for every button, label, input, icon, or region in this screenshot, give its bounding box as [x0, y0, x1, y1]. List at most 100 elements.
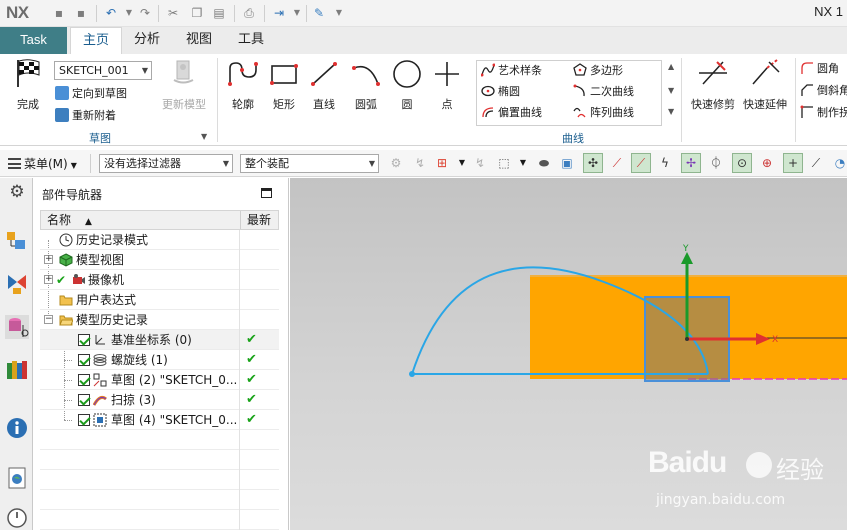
- paste-icon[interactable]: ▤: [212, 6, 226, 20]
- column-latest-header[interactable]: 最新: [247, 211, 271, 229]
- list-item[interactable]: 历史记录模式: [40, 230, 279, 250]
- history-icon[interactable]: [5, 504, 29, 528]
- end-point-icon[interactable]: ⟋: [607, 153, 627, 173]
- table-row[interactable]: 基准坐标系 (0) ✔: [40, 330, 279, 350]
- make-corner-button[interactable]: 制作拐: [800, 104, 847, 122]
- polygon-button[interactable]: 多边形: [573, 62, 623, 80]
- info-icon[interactable]: [5, 416, 29, 440]
- selection-scope-combo[interactable]: 整个装配 ▼: [240, 154, 379, 173]
- pattern-curve-icon: [573, 107, 586, 118]
- rectangle-button[interactable]: 矩形: [264, 58, 304, 112]
- finish-sketch-button[interactable]: 完成: [6, 58, 50, 112]
- table-row[interactable]: 螺旋线 (1) ✔: [40, 350, 279, 370]
- feature-checkbox[interactable]: [78, 354, 90, 366]
- save-all-icon[interactable]: ▪: [74, 6, 88, 20]
- filter-dropdown-icon[interactable]: ▼: [452, 153, 472, 173]
- pattern-curve-button[interactable]: 阵列曲线: [573, 104, 634, 122]
- update-model-button[interactable]: 更新模型: [160, 58, 208, 112]
- type-filter-combo[interactable]: 没有选择过滤器 ▼: [99, 154, 233, 173]
- part-navigator-icon[interactable]: [5, 315, 29, 339]
- reattach-button[interactable]: 重新附着: [55, 107, 116, 125]
- tangent-point-icon[interactable]: ⊕: [757, 153, 777, 173]
- column-name-header[interactable]: 名称 ▲: [47, 211, 92, 229]
- web-browser-icon[interactable]: [5, 466, 29, 490]
- snap-points-icon[interactable]: ✣: [583, 153, 603, 173]
- select-feature-icon[interactable]: ↯: [470, 153, 490, 173]
- touch-mode-icon[interactable]: ✎: [312, 6, 326, 20]
- tab-task[interactable]: Task: [0, 27, 67, 54]
- rectangle-select-dropdown-icon[interactable]: ▼: [513, 153, 533, 173]
- point-on-face-icon[interactable]: ◔: [830, 153, 847, 173]
- list-item[interactable]: + 模型视图: [40, 250, 279, 270]
- intersection-icon[interactable]: ✢: [681, 153, 701, 173]
- fillet-button[interactable]: 圆角: [800, 60, 839, 78]
- repeat-dropdown-icon[interactable]: ▼: [290, 6, 304, 20]
- gallery-expand-icon[interactable]: ▼: [668, 107, 674, 116]
- assembly-navigator-icon[interactable]: [5, 228, 29, 252]
- save-icon[interactable]: ▪: [52, 6, 66, 20]
- studio-spline-button[interactable]: 艺术样条: [481, 62, 542, 80]
- chamfer-button[interactable]: 倒斜角: [800, 82, 847, 100]
- list-item[interactable]: − 模型历史记录: [40, 310, 279, 330]
- undo-icon[interactable]: ↶: [104, 6, 118, 20]
- orient-to-sketch-button[interactable]: 定向到草图: [55, 85, 127, 103]
- profile-button[interactable]: 轮廓: [224, 58, 262, 112]
- line-button[interactable]: 直线: [304, 58, 344, 112]
- cut-icon[interactable]: ✂: [166, 6, 180, 20]
- customize-qat-icon[interactable]: ▼: [332, 6, 346, 20]
- print-icon[interactable]: ⎙: [242, 6, 256, 20]
- circle-button[interactable]: 圆: [388, 58, 426, 112]
- expand-icon[interactable]: +: [44, 255, 53, 264]
- list-item[interactable]: 用户表达式: [40, 290, 279, 310]
- feature-checkbox[interactable]: [78, 374, 90, 386]
- tab-tools[interactable]: 工具: [228, 27, 274, 54]
- table-row[interactable]: 扫掠 (3) ✔: [40, 390, 279, 410]
- maximize-icon[interactable]: [261, 188, 272, 198]
- filter-toggle-icon[interactable]: ⊞: [432, 153, 452, 173]
- arc-center-icon[interactable]: ⊙: [732, 153, 752, 173]
- tab-analysis[interactable]: 分析: [124, 27, 170, 54]
- collapse-icon[interactable]: −: [44, 315, 53, 324]
- redo-icon[interactable]: ↷: [138, 6, 152, 20]
- general-selection-icon[interactable]: ⚙: [386, 153, 406, 173]
- reattach-label: 重新附着: [72, 109, 116, 122]
- list-item[interactable]: + ✔ 摄像机: [40, 270, 279, 290]
- table-row[interactable]: 草图 (2) "SKETCH_0... ✔: [40, 370, 279, 390]
- sketch-name-combo[interactable]: SKETCH_001 ▼: [54, 61, 152, 80]
- quick-trim-button[interactable]: 快速修剪: [688, 58, 738, 112]
- mid-point-icon[interactable]: ⟋: [631, 153, 651, 173]
- copy-icon[interactable]: ❐: [190, 6, 204, 20]
- gallery-scroll-down-icon[interactable]: ▼: [668, 86, 674, 95]
- existing-point-icon[interactable]: +: [783, 153, 803, 173]
- quick-extend-button[interactable]: 快速延伸: [740, 58, 790, 112]
- arc-button[interactable]: 圆弧: [346, 58, 386, 112]
- control-point-icon[interactable]: ϟ: [655, 153, 675, 173]
- menu-button[interactable]: 菜单(M) ▼: [8, 155, 77, 172]
- quadrant-icon[interactable]: ⏀: [706, 153, 726, 173]
- point-button[interactable]: 点: [428, 58, 466, 112]
- conic-button[interactable]: 二次曲线: [573, 83, 634, 101]
- repeat-command-icon[interactable]: ⇥: [272, 6, 286, 20]
- rectangle-select-icon[interactable]: ⬚: [494, 153, 514, 173]
- constraint-navigator-icon[interactable]: [5, 272, 29, 296]
- y-axis-label: Y: [682, 244, 689, 254]
- feature-checkbox[interactable]: [78, 394, 90, 406]
- settings-gear-icon[interactable]: ⚙: [5, 182, 29, 206]
- group-options-icon[interactable]: ▼: [201, 132, 207, 141]
- feature-checkbox[interactable]: [78, 414, 90, 426]
- undo-dropdown-icon[interactable]: ▼: [122, 6, 136, 20]
- ellipse-button[interactable]: 椭圆: [481, 83, 520, 101]
- reuse-library-icon[interactable]: [5, 358, 29, 382]
- deselect-icon[interactable]: ↯: [410, 153, 430, 173]
- quick-extend-icon: [752, 59, 780, 85]
- select-body-icon[interactable]: ⬬: [534, 153, 554, 173]
- feature-checkbox[interactable]: [78, 334, 90, 346]
- tab-view[interactable]: 视图: [176, 27, 222, 54]
- offset-curve-button[interactable]: 偏置曲线: [481, 104, 542, 122]
- tab-home[interactable]: 主页: [70, 27, 122, 54]
- gallery-scroll-up-icon[interactable]: ▲: [668, 62, 674, 71]
- table-row[interactable]: 草图 (4) "SKETCH_0... ✔: [40, 410, 279, 430]
- select-solid-icon[interactable]: ▣: [557, 153, 577, 173]
- expand-icon[interactable]: +: [44, 275, 53, 284]
- point-on-curve-icon[interactable]: ⟋: [806, 153, 826, 173]
